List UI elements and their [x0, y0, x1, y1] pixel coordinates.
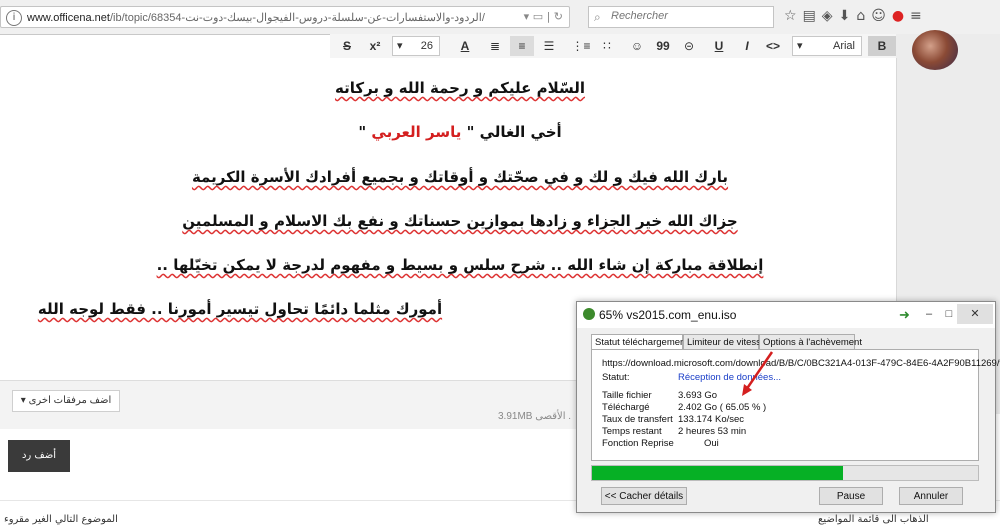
hide-details-button[interactable]: << Cacher détails	[601, 487, 687, 505]
menu-icon[interactable]: ≡	[910, 8, 928, 24]
download-titlebar[interactable]: 65% vs2015.com_enu.iso ➜ – □ ✕	[577, 302, 995, 328]
post-line-3: بارك الله فيك و لك و في صحّتك و أوقاتك و…	[191, 168, 729, 186]
chevron-down-icon: ▾	[797, 40, 803, 52]
font-size-value: 26	[420, 40, 433, 52]
file-size-row: Taille fichier 3.693 Go	[602, 390, 718, 401]
numbered-list-icon[interactable]: ⋮≡	[570, 36, 592, 56]
superscript-button[interactable]: x²	[364, 36, 386, 56]
time-left-row: Temps restant 2 heures 53 min	[602, 426, 747, 437]
browser-icons: ☆▤◈⬇⌂☺●≡	[784, 8, 928, 24]
add-reply-button[interactable]: أضف رد	[8, 440, 70, 472]
address-bar[interactable]: i www.officena.net/ib/topic/68354-الردود…	[0, 6, 570, 28]
next-unread-link[interactable]: الموضوع التالي الغير مقروء	[4, 514, 118, 525]
post-line-1: السّلام عليكم و رحمة الله و بركاته	[334, 79, 586, 97]
strike-button[interactable]: S	[336, 36, 358, 56]
font-size-select[interactable]: ▾ 26	[392, 36, 440, 56]
editor-toolbar: S x² ▾ 26 A ≣ ≡ ☰ ⋮≡ ∷ ☺ 99 ⊝ U I <> ▾ Ari…	[330, 34, 896, 59]
reading-list-icon[interactable]: ▤	[803, 8, 822, 24]
search-input[interactable]	[609, 9, 773, 23]
close-button[interactable]: ✕	[957, 304, 993, 324]
download-window: 65% vs2015.com_enu.iso ➜ – □ ✕ Statut té…	[576, 301, 1000, 513]
align-left-icon[interactable]: ☰	[538, 36, 560, 56]
annotation-arrow-icon	[742, 351, 774, 396]
bookmark-star-icon[interactable]: ☆	[784, 8, 803, 24]
text-color-button[interactable]: A	[454, 36, 476, 56]
tab-status[interactable]: Statut téléchargement	[591, 334, 688, 350]
download-url: https://download.microsoft.com/download/…	[602, 358, 1000, 369]
underline-button[interactable]: U	[708, 36, 730, 56]
topics-list-link[interactable]: الذهاب الى قائمة المواضيع	[818, 514, 929, 525]
avatar	[912, 30, 958, 70]
chevron-down-icon: ▾	[20, 395, 26, 406]
bold-button[interactable]: B	[868, 36, 896, 56]
reader-view-icon[interactable]: ▾ ▭ | ↻	[524, 10, 563, 23]
max-size-text: 3.91MB الأقصى .	[498, 411, 572, 422]
downloaded-row: Téléchargé 2.402 Go ( 65.05 % )	[602, 402, 767, 413]
search-box[interactable]: ⌕	[588, 6, 774, 28]
browser-toolbar: i www.officena.net/ib/topic/68354-الردود…	[0, 0, 1000, 35]
font-family-select[interactable]: ▾ Arial	[792, 36, 862, 56]
align-right-icon[interactable]: ≣	[484, 36, 506, 56]
search-icon: ⌕	[594, 10, 601, 24]
download-title: 65% vs2015.com_enu.iso	[599, 308, 737, 322]
emoji-icon[interactable]: ☺	[626, 36, 648, 56]
cancel-button[interactable]: Annuler	[899, 487, 963, 505]
chevron-down-icon: ▾	[397, 40, 403, 52]
post-line-2: أخي الغالي " ياسر العربي "	[358, 123, 562, 141]
post-line-4: جزاك الله خير الجزاء و زادها بموازين حسن…	[182, 212, 738, 230]
post-line-5: إنطلاقة مباركة إن شاء الله .. شرح سلس و …	[156, 256, 764, 274]
download-status-panel: https://download.microsoft.com/download/…	[591, 349, 1000, 461]
pocket-icon[interactable]: ◈	[822, 8, 839, 24]
adblock-icon[interactable]: ●	[892, 8, 910, 24]
emoji-icon[interactable]: ☺	[871, 8, 892, 24]
download-icon[interactable]: ⬇	[839, 8, 857, 24]
info-icon[interactable]: i	[6, 10, 22, 26]
italic-button[interactable]: I	[736, 36, 758, 56]
align-center-icon[interactable]: ≡	[510, 36, 534, 56]
code-button[interactable]: <>	[762, 36, 784, 56]
download-progress-bar	[591, 465, 979, 481]
resume-row: Fonction Reprise Oui	[602, 438, 719, 449]
quote-button[interactable]: 99	[652, 36, 674, 56]
tab-speed-limiter[interactable]: Limiteur de vitesse	[683, 334, 766, 350]
add-attachments-button[interactable]: ▾ اضف مرفقات اخرى	[12, 390, 120, 412]
url-text: www.officena.net/ib/topic/68354-الردود-و…	[27, 12, 485, 24]
font-name-value: Arial	[832, 40, 855, 52]
home-icon[interactable]: ⌂	[856, 8, 871, 24]
download-app-icon	[583, 308, 595, 320]
transfer-rate-row: Taux de transfert 133.174 Ko/sec	[602, 414, 745, 425]
link-icon[interactable]: ⊝	[678, 36, 700, 56]
bullet-list-icon[interactable]: ∷	[596, 36, 618, 56]
tab-completion-options[interactable]: Options à l'achèvement	[759, 334, 862, 350]
pause-button[interactable]: Pause	[819, 487, 883, 505]
arrow-right-icon: ➜	[899, 307, 910, 322]
progress-fill	[592, 466, 844, 480]
